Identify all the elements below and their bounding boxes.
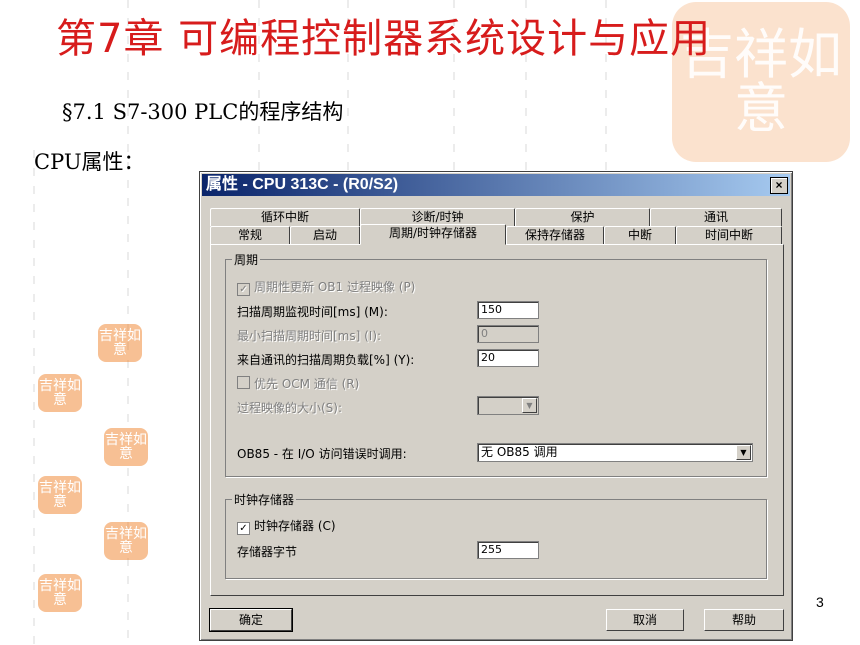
min-scan-field[interactable]: 0 bbox=[477, 325, 539, 343]
min-scan-label: 最小扫描周期时间[ms] (I): bbox=[237, 329, 382, 343]
tab-general[interactable]: 常规 bbox=[210, 226, 290, 244]
memory-byte-field[interactable]: 255 bbox=[477, 541, 539, 559]
tab-communication[interactable]: 通讯 bbox=[650, 208, 782, 226]
dialog-title: 属性 - CPU 313C - (R0/S2) bbox=[206, 176, 399, 193]
ob85-label: OB85 - 在 I/O 访问错误时调用: bbox=[237, 447, 407, 461]
memory-byte-label: 存储器字节 bbox=[237, 545, 298, 559]
page-number: 3 bbox=[816, 594, 824, 610]
process-image-dropdown[interactable]: ▼ bbox=[477, 396, 539, 415]
scan-monitor-label: 扫描周期监视时间[ms] (M): bbox=[237, 305, 388, 319]
tab-panel: 周期 ✓ 周期性更新 OB1 过程映像 (P) 扫描周期监视时间[ms] (M):… bbox=[210, 244, 784, 596]
decorative-seal-small: 吉祥如意 bbox=[98, 324, 142, 362]
process-image-label: 过程映像的大小(S): bbox=[237, 401, 343, 415]
clock-memory-checkbox[interactable]: ✓ 时钟存储器 (C) bbox=[237, 517, 336, 535]
clock-memory-legend: 时钟存储器 bbox=[234, 493, 295, 507]
decorative-seal-small: 吉祥如意 bbox=[104, 428, 148, 466]
checkbox-checked-icon: ✓ bbox=[237, 283, 250, 296]
clock-memory-group: 时钟存储器 bbox=[225, 491, 767, 579]
clock-memory-label: 时钟存储器 (C) bbox=[254, 519, 336, 533]
periodic-update-label: 周期性更新 OB1 过程映像 (P) bbox=[254, 280, 416, 294]
tab-retentive-memory[interactable]: 保持存储器 bbox=[506, 226, 604, 244]
cycle-group-legend: 周期 bbox=[234, 253, 259, 267]
chevron-down-icon: ▼ bbox=[736, 445, 751, 460]
comm-load-field[interactable]: 20 bbox=[477, 349, 539, 367]
tab-row-front: 常规 启动 周期/时钟存储器 保持存储器 中断 时间中断 bbox=[210, 224, 782, 245]
decorative-seal-small: 吉祥如意 bbox=[38, 374, 82, 412]
help-button[interactable]: 帮助 bbox=[704, 609, 784, 631]
cpu-properties-label: CPU属性： bbox=[34, 150, 145, 174]
tab-protection[interactable]: 保护 bbox=[515, 208, 650, 226]
tab-time-of-day-interrupts[interactable]: 时间中断 bbox=[676, 226, 782, 244]
cancel-button[interactable]: 取消 bbox=[606, 609, 684, 631]
tab-startup[interactable]: 启动 bbox=[290, 226, 360, 244]
comm-load-label: 来自通讯的扫描周期负载[%] (Y): bbox=[237, 353, 415, 367]
decorative-seal-small: 吉祥如意 bbox=[38, 476, 82, 514]
ob85-dropdown[interactable]: 无 OB85 调用 ▼ bbox=[477, 443, 753, 462]
decorative-seal-small: 吉祥如意 bbox=[104, 522, 148, 560]
prio-ocm-label: 优先 OCM 通信 (R) bbox=[254, 377, 360, 391]
chevron-down-icon: ▼ bbox=[522, 398, 537, 413]
periodic-update-checkbox[interactable]: ✓ 周期性更新 OB1 过程映像 (P) bbox=[237, 278, 415, 296]
tab-cycle-clock-memory[interactable]: 周期/时钟存储器 bbox=[360, 224, 506, 245]
slide-title: 第7章 可编程控制器系统设计与应用 bbox=[56, 16, 712, 62]
tab-interrupts[interactable]: 中断 bbox=[604, 226, 676, 244]
checkbox-unchecked-icon bbox=[237, 376, 250, 389]
dialog-titlebar[interactable]: 属性 - CPU 313C - (R0/S2) × bbox=[202, 174, 790, 196]
ob85-value: 无 OB85 调用 bbox=[481, 445, 558, 459]
tab-cyclic-interrupt[interactable]: 循环中断 bbox=[210, 208, 360, 226]
ok-button[interactable]: 确定 bbox=[209, 608, 293, 632]
close-icon: × bbox=[775, 178, 783, 192]
decorative-seal-small: 吉祥如意 bbox=[38, 574, 82, 612]
scan-monitor-field[interactable]: 150 bbox=[477, 301, 539, 319]
close-button[interactable]: × bbox=[770, 177, 788, 194]
cpu-properties-dialog: 属性 - CPU 313C - (R0/S2) × 循环中断 诊断/时钟 保护 … bbox=[199, 171, 793, 641]
prio-ocm-checkbox[interactable]: 优先 OCM 通信 (R) bbox=[237, 375, 359, 392]
section-heading: §7.1 S7-300 PLC的程序结构 bbox=[62, 100, 344, 124]
checkbox-checked-icon: ✓ bbox=[237, 522, 250, 535]
